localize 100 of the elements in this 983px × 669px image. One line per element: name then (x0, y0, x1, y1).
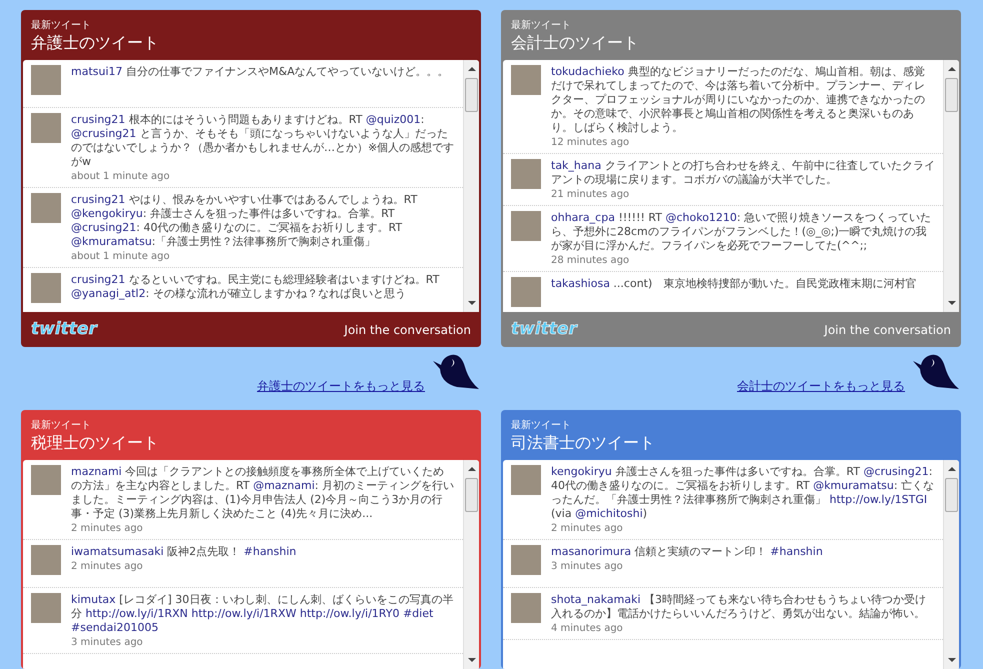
tweet-link[interactable]: #hanshin (770, 545, 823, 558)
scrollbar[interactable] (943, 60, 959, 312)
scrollbar[interactable] (943, 460, 959, 669)
tweet-text: takashiosa ...cont) 東京地検特捜部が動いた。自民党政権末期に河村官 (551, 277, 918, 291)
username-link[interactable]: tokudachieko (551, 65, 624, 78)
avatar-placeholder (31, 273, 61, 303)
tweet-time: 2 minutes ago (551, 522, 624, 535)
username-link[interactable]: kimutax (71, 593, 116, 606)
tweet-text: shota_nakamaki 【3時間経っても来ない待ち合わせもうちょい待つか受け入れるのか】電話かけたらいいんだろうけど、勇気が出ない。結論が怖い。 (551, 593, 927, 621)
tweet-text: tokudachieko 典型的なビジョナリーだったのだな、鳩山首相。朝は、感覚だけで呆れてしまってたので、今は落ち着いて分析中。プランナー、ディレクター、プロフェッショナルが周りにいなかったのか、連携できなかったのか。その意味で、小沢幹事長と鳩山首相の関係性を考えると奥深いものあり。しばらく検討しよう。 (551, 65, 926, 135)
scroll-down-icon[interactable] (948, 657, 956, 663)
username-link[interactable]: crusing21 (71, 113, 126, 126)
tweet-link[interactable]: #hanshin (244, 545, 296, 558)
tweet-text: crusing21 根本的にはそういう問題もありますけどね。RT @quiz001: @crusing21 と言うか、そもそも「頭になっちゃいけないような人」だったのではないでしょうか？（愚か者かもしれませんが…とか）※個人の感想ですがw (71, 113, 455, 169)
twitter-logo[interactable]: twitter (31, 316, 97, 342)
join-link[interactable]: Join the conversation (344, 320, 471, 338)
avatar-placeholder (31, 545, 61, 575)
avatar-placeholder (31, 465, 61, 495)
tweet-time: 28 minutes ago (551, 254, 630, 267)
widget-title: 司法書士のツイート (511, 432, 656, 454)
scrollbar[interactable] (463, 60, 479, 312)
more-tweets-link[interactable]: 会計士のツイートをもっと見る (737, 377, 905, 395)
scroll-down-icon[interactable] (468, 657, 476, 663)
avatar-placeholder (31, 593, 61, 623)
scroll-up-icon[interactable] (468, 466, 476, 472)
tweet-link[interactable]: http://ow.ly/i/1RXW (191, 607, 296, 620)
widget-title: 弁護士のツイート (31, 32, 160, 54)
tweet-time: 4 minutes ago (551, 622, 624, 635)
widget-title: 税理士のツイート (31, 432, 160, 454)
tweet-link[interactable]: @kengokiryu (71, 207, 143, 220)
more-tweets-link[interactable]: 弁護士のツイートをもっと見る (257, 377, 425, 395)
tweet-text: kengokiryu 弁護士さんを狙った事件は多いですね。合掌。RT @crusing21: 40代の働き盛りなのに。ご冥福をお祈りします。RT @kmuramatsu: 亡くなったんだ。「弁護士男性？法律事務所で胸刺され重傷」 http://ow.ly/1STGI (via @michitoshi) (551, 465, 935, 521)
tweet-link[interactable]: @kmuramatsu (71, 235, 152, 248)
tweet-link[interactable]: @crusing21 (863, 465, 929, 478)
tweet-link[interactable]: http://ow.ly/i/1RXN (86, 607, 188, 620)
tweet-text: tak_hana クライアントとの打ち合わせを終え、午前中に往査していたクライアントの現場に戻ります。コボガバの議論が大半でした。 (551, 159, 935, 187)
widget-kicker: 最新ツイート (31, 20, 92, 32)
scroll-thumb[interactable] (465, 478, 478, 512)
scroll-thumb[interactable] (945, 478, 958, 512)
tweet-text: crusing21 なるといいですね。民主党にも総理経験者はいますけどね。RT @yanagi_atl2: その様な流れが確立しますかね？なれば良いと思う (71, 273, 440, 301)
tweet-link[interactable]: http://ow.ly/i/1RY0 (300, 607, 400, 620)
widget-kicker: 最新ツイート (511, 20, 572, 32)
username-link[interactable]: tak_hana (551, 159, 602, 172)
tweet-link[interactable]: #diet (402, 607, 434, 620)
tweet-text: matsui17 自分の仕事でファイナンスやM&Aなんてやっていないけど。。。 (71, 65, 450, 79)
avatar-placeholder (31, 193, 61, 223)
avatar-placeholder (511, 159, 541, 189)
tweet-link[interactable]: @crusing21 (71, 221, 136, 234)
tweet-text: kimutax [レコダイ] 30日夜：いわし刺、にしん刺、ばくらいをこの写真の半分 http://ow.ly/i/1RXN http://ow.ly/i/1RXW http://ow.ly/i/1RY0 #diet #sendai201005 (71, 593, 454, 635)
username-link[interactable]: kengokiryu (551, 465, 612, 478)
tweet-link[interactable]: @kmuramatsu (813, 479, 894, 492)
avatar-placeholder (511, 465, 541, 495)
tweet-link[interactable]: @choko1210 (665, 211, 737, 224)
avatar-placeholder (511, 211, 541, 241)
tweet-time: 2 minutes ago (71, 522, 144, 535)
tweet-time: about 1 minute ago (71, 170, 171, 183)
tweet-time: about 1 minute ago (71, 250, 171, 263)
scroll-up-icon[interactable] (468, 66, 476, 72)
scroll-up-icon[interactable] (948, 466, 956, 472)
scroll-up-icon[interactable] (948, 66, 956, 72)
tweet-link[interactable]: @maznami (253, 479, 315, 492)
widget-kicker: 最新ツイート (31, 420, 92, 432)
widget-title: 会計士のツイート (511, 32, 640, 54)
tweet-text: masanorimura 信頼と実績のマートン印！ #hanshin (551, 545, 824, 559)
avatar-placeholder (511, 545, 541, 575)
scroll-thumb[interactable] (465, 78, 478, 112)
tweet-link[interactable]: http://ow.ly/1STGI (830, 493, 928, 506)
join-link[interactable]: Join the conversation (824, 320, 951, 338)
tweet-text: crusing21 やはり、恨みをかいやすい仕事ではあるんでしょうね。RT @kengokiryu: 弁護士さんを狙った事件は多いですね。合掌。RT @crusing21: 40代の働き盛りなのに。ご冥福をお祈りします。RT @kmuramatsu:「弁護士男性？法律事務所で胸刺され重傷」 (71, 193, 418, 249)
username-link[interactable]: shota_nakamaki (551, 593, 640, 606)
username-link[interactable]: takashiosa (551, 277, 610, 290)
username-link[interactable]: maznami (71, 465, 122, 478)
tweet-link[interactable]: #sendai201005 (71, 621, 158, 634)
username-link[interactable]: iwamatsumasaki (71, 545, 164, 558)
username-link[interactable]: masanorimura (551, 545, 632, 558)
tweet-time: 21 minutes ago (551, 188, 630, 201)
username-link[interactable]: crusing21 (71, 273, 126, 286)
tweet-time: 3 minutes ago (71, 636, 144, 649)
scroll-down-icon[interactable] (948, 300, 956, 306)
widget-kicker: 最新ツイート (511, 420, 572, 432)
scroll-down-icon[interactable] (468, 300, 476, 306)
tweet-time: 3 minutes ago (551, 560, 624, 573)
tweet-time: 12 minutes ago (551, 136, 630, 149)
avatar-placeholder (511, 65, 541, 95)
tweet-link[interactable]: @michitoshi (575, 507, 643, 520)
username-link[interactable]: ohhara_cpa (551, 211, 615, 224)
tweet-link[interactable]: @quiz001 (366, 113, 421, 126)
username-link[interactable]: crusing21 (71, 193, 126, 206)
avatar-placeholder (31, 113, 61, 143)
avatar-placeholder (511, 593, 541, 623)
avatar-placeholder (31, 65, 61, 95)
tweet-link[interactable]: @crusing21 (71, 127, 136, 140)
avatar-placeholder (511, 277, 541, 307)
scrollbar[interactable] (463, 460, 479, 669)
tweet-text: iwamatsumasaki 阪神2点先取！ #hanshin (71, 545, 298, 559)
scroll-thumb[interactable] (945, 78, 958, 112)
username-link[interactable]: matsui17 (71, 65, 123, 78)
tweet-time: 2 minutes ago (71, 560, 144, 573)
tweet-text: maznami 今回は「クラアントとの接触頻度を事務所全体で上げていくための方法」を主な内容としました。RT @maznami: 月初のミーティングを行いました。ミーティング内容は、(1)今月申告法人 (2)今月～向こう3か月の行事・予定 (3)業務上先月新しく決めたこと (4)先々月に決め... (71, 465, 455, 521)
tweet-link[interactable]: @yanagi_atl2 (71, 287, 146, 300)
